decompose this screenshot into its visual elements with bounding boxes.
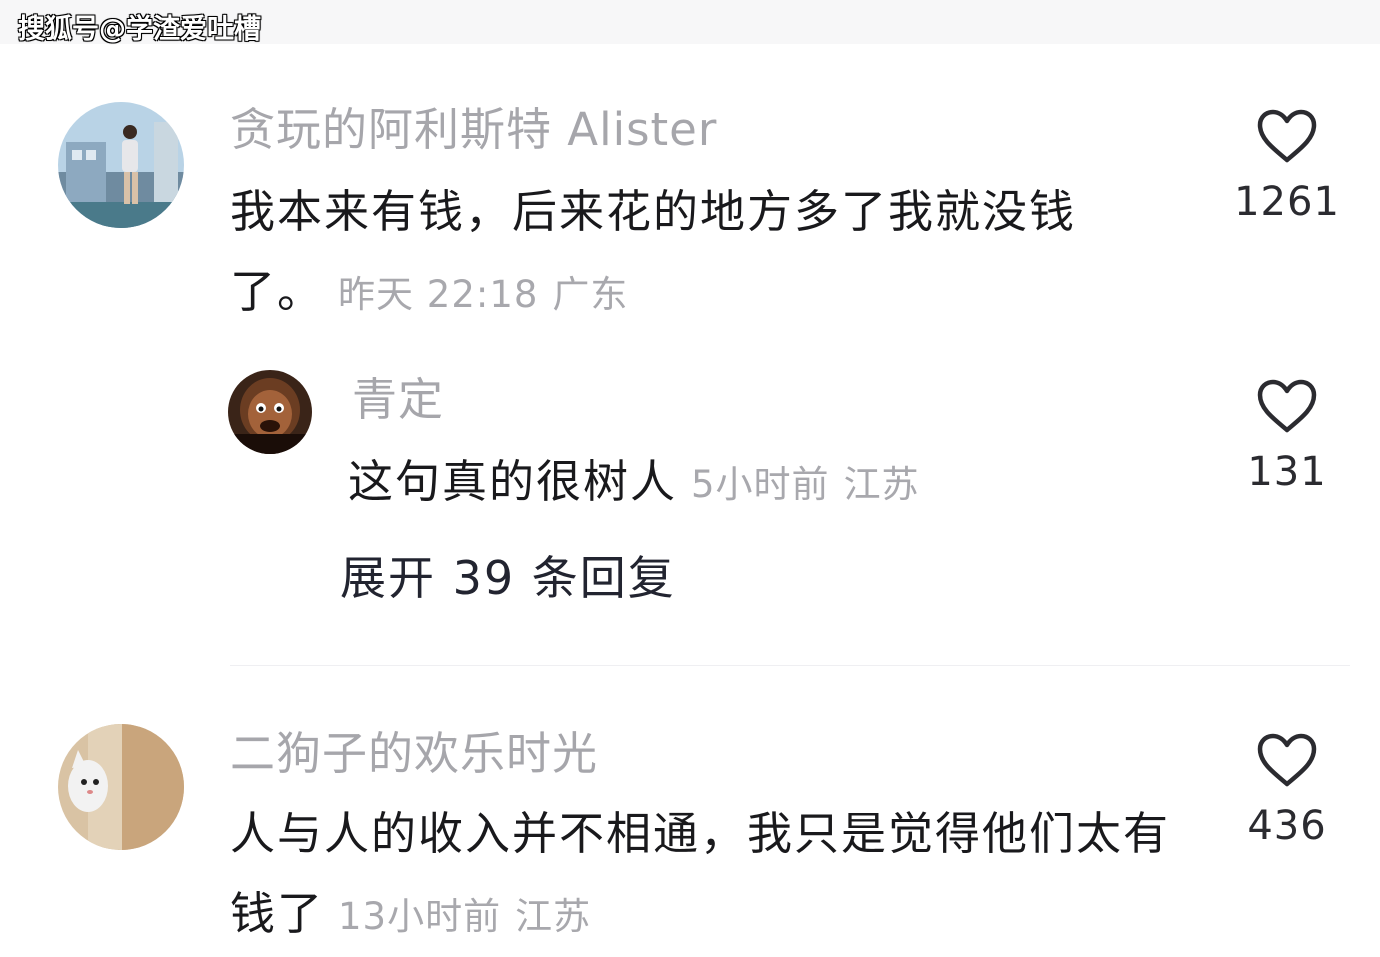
- watermark: 搜狐号@学渣爱吐槽: [18, 14, 261, 45]
- like-group[interactable]: 1261: [1232, 108, 1342, 226]
- reply-text: 这句真的很树人: [348, 455, 678, 508]
- comment-location: 广东: [552, 273, 629, 316]
- reply-username[interactable]: 青定: [352, 372, 444, 428]
- like-group[interactable]: 436: [1232, 732, 1342, 850]
- comment-body: 人与人的收入并不相通，我只是觉得他们太有钱了 13小时前 江苏: [230, 794, 1210, 957]
- comment-time: 13小时前: [338, 895, 502, 938]
- comment-username[interactable]: 二狗子的欢乐时光: [230, 726, 598, 782]
- avatar[interactable]: [58, 724, 184, 850]
- divider: [230, 665, 1350, 666]
- heart-outline-icon[interactable]: [1256, 108, 1318, 164]
- like-count: 436: [1247, 803, 1327, 849]
- comment-location: 江苏: [515, 895, 592, 938]
- like-group[interactable]: 131: [1232, 378, 1342, 496]
- comment-time: 昨天 22:18: [338, 273, 539, 316]
- like-count: 1261: [1234, 179, 1340, 225]
- comment-body: 我本来有钱，后来花的地方多了我就没钱了。 昨天 22:18 广东: [230, 172, 1160, 335]
- avatar[interactable]: [228, 370, 312, 454]
- reply-body: 这句真的很树人 5小时前 江苏: [348, 442, 1198, 525]
- heart-outline-icon[interactable]: [1256, 732, 1318, 788]
- heart-outline-icon[interactable]: [1256, 378, 1318, 434]
- reply-location: 江苏: [843, 463, 920, 506]
- reply-time: 5小时前: [691, 463, 830, 506]
- avatar[interactable]: [58, 102, 184, 228]
- expand-replies-button[interactable]: 展开 39 条回复: [340, 546, 676, 610]
- comment-username[interactable]: 贪玩的阿利斯特 Alister: [230, 102, 717, 158]
- like-count: 131: [1247, 449, 1327, 495]
